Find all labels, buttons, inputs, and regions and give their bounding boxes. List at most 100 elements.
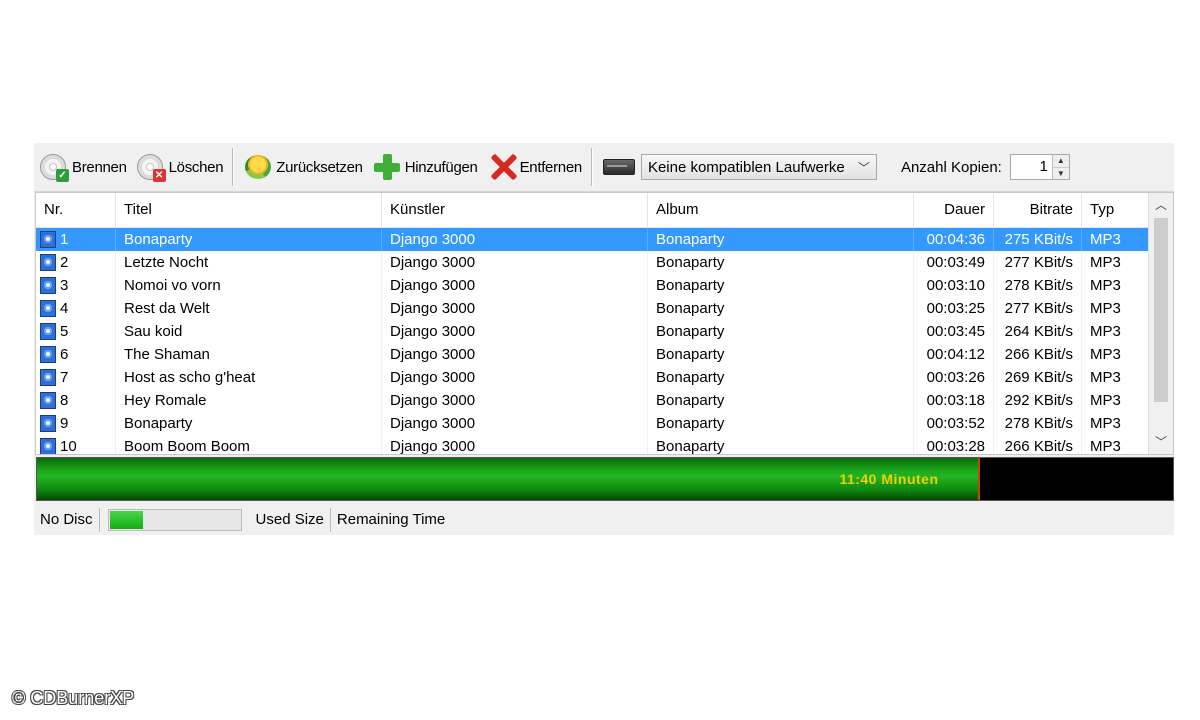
track-title-cell: Sau koid <box>116 320 382 343</box>
track-artist-cell: Django 3000 <box>382 366 648 389</box>
column-header-type[interactable]: Typ <box>1082 193 1150 227</box>
track-title-cell: Bonaparty <box>116 412 382 435</box>
audio-track-icon <box>40 415 56 432</box>
scroll-up-icon[interactable]: ︿ <box>1149 195 1173 215</box>
remove-label: Entfernen <box>519 158 583 176</box>
track-number-cell: 10 <box>36 435 116 454</box>
table-row[interactable]: 5 Sau koid Django 3000 Bonaparty 00:03:45 264… <box>36 320 1150 343</box>
copyright-watermark: © CDBurnerXP <box>12 688 135 708</box>
remaining-time-label: Remaining Time <box>336 511 446 528</box>
column-header-nr[interactable]: Nr. <box>36 193 116 227</box>
track-bitrate-cell: 292 KBit/s <box>994 389 1082 412</box>
audio-track-icon <box>40 323 56 340</box>
track-list[interactable]: Nr. Titel Künstler Album Dauer Bitrate T… <box>35 192 1174 455</box>
x-icon <box>486 151 518 183</box>
track-duration-cell: 00:03:26 <box>914 366 994 389</box>
copies-label: Anzahl Kopien: <box>900 158 1002 176</box>
table-row[interactable]: 3 Nomoi vo vorn Django 3000 Bonaparty 00:03:… <box>36 274 1150 297</box>
burn-button[interactable]: ✓ Brennen <box>34 147 131 187</box>
track-title-cell: Boom Boom Boom <box>116 435 382 454</box>
copies-value[interactable]: 1 <box>1011 155 1052 179</box>
track-number: 8 <box>60 392 69 409</box>
track-artist-cell: Django 3000 <box>382 297 648 320</box>
copies-stepper[interactable]: 1 ▲ ▼ <box>1009 154 1070 180</box>
remove-button[interactable]: Entfernen <box>482 147 586 187</box>
track-number: 2 <box>60 254 69 271</box>
track-number-cell: 1 <box>36 228 116 251</box>
audio-track-icon <box>40 300 56 317</box>
track-album-cell: Bonaparty <box>648 366 914 389</box>
table-row[interactable]: 2 Letzte Nocht Django 3000 Bonaparty 00:03:4… <box>36 251 1150 274</box>
track-album-cell: Bonaparty <box>648 320 914 343</box>
table-row[interactable]: 4 Rest da Welt Django 3000 Bonaparty 00:03:2… <box>36 297 1150 320</box>
reset-icon <box>242 151 274 183</box>
delete-button[interactable]: ✕ Löschen <box>131 147 228 187</box>
track-number-cell: 5 <box>36 320 116 343</box>
track-list-header: Nr. Titel Künstler Album Dauer Bitrate T… <box>36 193 1150 228</box>
track-title-cell: Letzte Nocht <box>116 251 382 274</box>
add-button[interactable]: Hinzufügen <box>367 147 482 187</box>
track-duration-cell: 00:03:49 <box>914 251 994 274</box>
track-artist-cell: Django 3000 <box>382 274 648 297</box>
toolbar-separator <box>590 148 592 186</box>
stepper-down-icon[interactable]: ▼ <box>1052 167 1069 179</box>
track-number-cell: 3 <box>36 274 116 297</box>
toolbar: ✓ Brennen ✕ Löschen Zurücksetzen Hinzufü… <box>34 143 1174 192</box>
column-header-bitrate[interactable]: Bitrate <box>994 193 1082 227</box>
track-artist-cell: Django 3000 <box>382 228 648 251</box>
table-row[interactable]: 6 The Shaman Django 3000 Bonaparty 00:04:12 2… <box>36 343 1150 366</box>
capacity-fill <box>37 458 980 500</box>
track-number: 9 <box>60 415 69 432</box>
table-row[interactable]: 9 Bonaparty Django 3000 Bonaparty 00:03:52 27… <box>36 412 1150 435</box>
burn-label: Brennen <box>72 158 127 176</box>
track-duration-cell: 00:04:36 <box>914 228 994 251</box>
track-album-cell: Bonaparty <box>648 297 914 320</box>
audio-track-icon <box>40 231 56 248</box>
table-row[interactable]: 7 Host as scho g'heat Django 3000 Bonaparty… <box>36 366 1150 389</box>
track-artist-cell: Django 3000 <box>382 435 648 454</box>
toolbar-separator <box>232 148 234 186</box>
scroll-down-icon[interactable]: ﹀ <box>1149 432 1173 452</box>
track-type-cell: MP3 <box>1082 412 1150 435</box>
add-label: Hinzufügen <box>404 158 478 176</box>
track-bitrate-cell: 278 KBit/s <box>994 412 1082 435</box>
track-number-cell: 4 <box>36 297 116 320</box>
track-album-cell: Bonaparty <box>648 412 914 435</box>
column-header-album[interactable]: Album <box>648 193 914 227</box>
track-number-cell: 7 <box>36 366 116 389</box>
reset-button[interactable]: Zurücksetzen <box>238 147 366 187</box>
track-bitrate-cell: 277 KBit/s <box>994 251 1082 274</box>
track-bitrate-cell: 266 KBit/s <box>994 343 1082 366</box>
column-header-duration[interactable]: Dauer <box>914 193 994 227</box>
audio-track-icon <box>40 254 56 271</box>
track-rows: 1 Bonaparty Django 3000 Bonaparty 00:04:36 27… <box>36 228 1150 454</box>
vertical-scrollbar[interactable]: ︿ ﹀ <box>1148 193 1173 454</box>
cdburnerxp-audio-window: ✓ Brennen ✕ Löschen Zurücksetzen Hinzufü… <box>34 143 1174 535</box>
audio-track-icon <box>40 346 56 363</box>
chevron-down-icon: ﹀ <box>857 160 870 175</box>
table-row[interactable]: 10 Boom Boom Boom Django 3000 Bonaparty 00:0… <box>36 435 1150 454</box>
column-header-artist[interactable]: Künstler <box>382 193 648 227</box>
track-bitrate-cell: 264 KBit/s <box>994 320 1082 343</box>
track-album-cell: Bonaparty <box>648 435 914 454</box>
track-number: 3 <box>60 277 69 294</box>
track-bitrate-cell: 277 KBit/s <box>994 297 1082 320</box>
stepper-up-icon[interactable]: ▲ <box>1052 155 1069 168</box>
stepper-arrows[interactable]: ▲ ▼ <box>1051 155 1069 179</box>
disc-capacity-bar: 11:40 Minuten <box>36 457 1174 501</box>
table-row[interactable]: 1 Bonaparty Django 3000 Bonaparty 00:04:36 27… <box>36 228 1150 251</box>
table-row[interactable]: 8 Hey Romale Django 3000 Bonaparty 00:03:18 2… <box>36 389 1150 412</box>
disc-burn-icon: ✓ <box>38 151 70 183</box>
track-duration-cell: 00:04:12 <box>914 343 994 366</box>
track-album-cell: Bonaparty <box>648 343 914 366</box>
reset-label: Zurücksetzen <box>276 158 363 176</box>
track-bitrate-cell: 266 KBit/s <box>994 435 1082 454</box>
track-artist-cell: Django 3000 <box>382 343 648 366</box>
drive-select[interactable]: Keine kompatiblen Laufwerke ﹀ <box>640 154 877 180</box>
track-number-cell: 2 <box>36 251 116 274</box>
track-title-cell: Rest da Welt <box>116 297 382 320</box>
track-title-cell: The Shaman <box>116 343 382 366</box>
scroll-thumb[interactable] <box>1154 218 1168 402</box>
track-number: 4 <box>60 300 69 317</box>
column-header-title[interactable]: Titel <box>116 193 382 227</box>
